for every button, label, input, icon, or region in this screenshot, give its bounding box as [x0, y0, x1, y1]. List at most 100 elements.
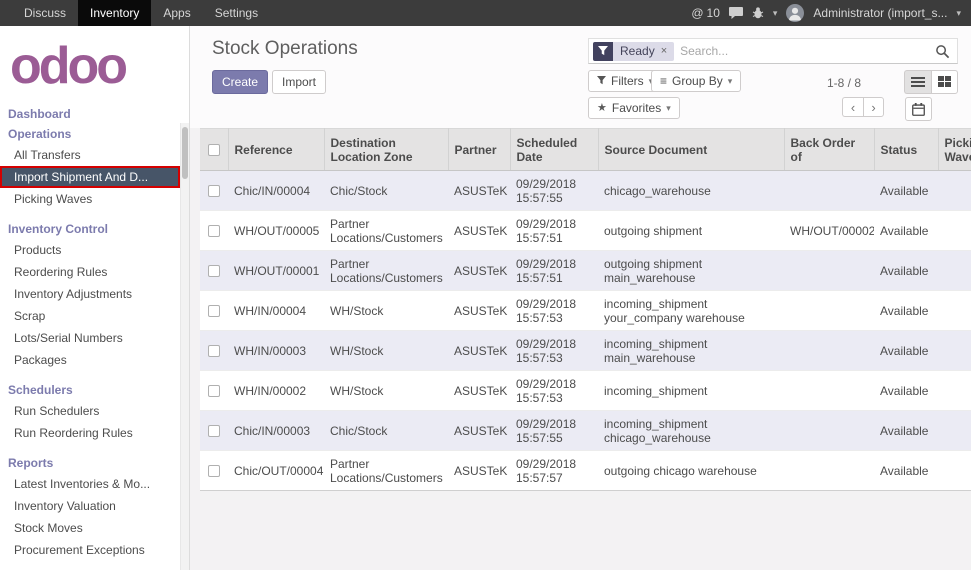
column-header-picking-wave[interactable]: Picking Wave — [938, 129, 971, 171]
cell-reference[interactable]: Chic/OUT/00004 — [228, 451, 324, 491]
cell-partner[interactable]: ASUSTeK — [448, 451, 510, 491]
mention-counter[interactable]: @ 10 — [691, 6, 720, 20]
cell-scheduled-date[interactable]: 09/29/2018 15:57:53 — [510, 371, 598, 411]
column-header-scheduled-date[interactable]: Scheduled Date — [510, 129, 598, 171]
cell-picking-wave[interactable] — [938, 251, 971, 291]
pager-previous-button[interactable]: ‹ — [842, 97, 863, 117]
table-row[interactable]: WH/OUT/00001 Partner Locations/Customers… — [200, 251, 971, 291]
create-button[interactable]: Create — [212, 70, 268, 94]
table-row[interactable]: Chic/OUT/00004 Partner Locations/Custome… — [200, 451, 971, 491]
favorites-button[interactable]: ★ Favorites ▾ — [588, 97, 680, 119]
cell-picking-wave[interactable] — [938, 451, 971, 491]
cell-destination[interactable]: Partner Locations/Customers — [324, 211, 448, 251]
odoo-logo[interactable]: odoo — [0, 26, 189, 102]
sidebar-item-picking-waves[interactable]: Picking Waves — [0, 188, 189, 210]
cell-scheduled-date[interactable]: 09/29/2018 15:57:55 — [510, 411, 598, 451]
sidebar-scrollbar[interactable] — [180, 123, 189, 570]
cell-status[interactable]: Available — [874, 211, 938, 251]
sidebar-item-inventory-adjustments[interactable]: Inventory Adjustments — [0, 283, 189, 305]
list-view-button[interactable] — [904, 70, 931, 94]
table-row[interactable]: WH/IN/00002 WH/Stock ASUSTeK 09/29/2018 … — [200, 371, 971, 411]
sidebar-item-latest-inventories[interactable]: Latest Inventories & Mo... — [0, 473, 189, 495]
sidebar-item-run-reordering-rules[interactable]: Run Reordering Rules — [0, 422, 189, 444]
cell-partner[interactable]: ASUSTeK — [448, 251, 510, 291]
menu-schedulers[interactable]: Schedulers — [0, 380, 189, 400]
cell-scheduled-date[interactable]: 09/29/2018 15:57:53 — [510, 331, 598, 371]
cell-destination[interactable]: Chic/Stock — [324, 411, 448, 451]
cell-partner[interactable]: ASUSTeK — [448, 411, 510, 451]
cell-status[interactable]: Available — [874, 411, 938, 451]
cell-back-order[interactable]: WH/OUT/00002 — [784, 211, 874, 251]
kanban-view-button[interactable] — [931, 70, 958, 94]
cell-back-order[interactable] — [784, 291, 874, 331]
user-menu[interactable]: Administrator (import_s... — [813, 6, 947, 20]
table-row[interactable]: Chic/IN/00004 Chic/Stock ASUSTeK 09/29/2… — [200, 171, 971, 211]
cell-reference[interactable]: WH/IN/00004 — [228, 291, 324, 331]
select-all-checkbox[interactable] — [208, 144, 220, 156]
row-checkbox[interactable] — [208, 385, 220, 397]
cell-scheduled-date[interactable]: 09/29/2018 15:57:51 — [510, 211, 598, 251]
menu-discuss[interactable]: Discuss — [12, 0, 78, 26]
remove-facet-icon[interactable]: × — [661, 45, 667, 57]
row-checkbox[interactable] — [208, 465, 220, 477]
sidebar-item-reordering-rules[interactable]: Reordering Rules — [0, 261, 189, 283]
table-row[interactable]: WH/IN/00004 WH/Stock ASUSTeK 09/29/2018 … — [200, 291, 971, 331]
cell-picking-wave[interactable] — [938, 291, 971, 331]
table-row[interactable]: WH/OUT/00005 Partner Locations/Customers… — [200, 211, 971, 251]
import-button[interactable]: Import — [272, 70, 326, 94]
row-checkbox[interactable] — [208, 345, 220, 357]
cell-scheduled-date[interactable]: 09/29/2018 15:57:55 — [510, 171, 598, 211]
cell-source-document[interactable]: outgoing shipment — [598, 211, 784, 251]
search-facet-ready[interactable]: Ready × — [593, 42, 674, 61]
cell-source-document[interactable]: incoming_shipment main_warehouse — [598, 331, 784, 371]
cell-back-order[interactable] — [784, 171, 874, 211]
cell-back-order[interactable] — [784, 451, 874, 491]
cell-partner[interactable]: ASUSTeK — [448, 171, 510, 211]
cell-picking-wave[interactable] — [938, 371, 971, 411]
cell-destination[interactable]: WH/Stock — [324, 371, 448, 411]
sidebar-item-import-shipment[interactable]: Import Shipment And D... — [0, 166, 180, 188]
cell-partner[interactable]: ASUSTeK — [448, 331, 510, 371]
menu-dashboard[interactable]: Dashboard — [0, 104, 189, 124]
avatar[interactable] — [786, 4, 804, 22]
cell-back-order[interactable] — [784, 371, 874, 411]
column-header-status[interactable]: Status — [874, 129, 938, 171]
menu-settings[interactable]: Settings — [203, 0, 270, 26]
sidebar-item-packages[interactable]: Packages — [0, 349, 189, 371]
cell-picking-wave[interactable] — [938, 331, 971, 371]
cell-source-document[interactable]: outgoing chicago warehouse — [598, 451, 784, 491]
row-checkbox[interactable] — [208, 265, 220, 277]
cell-picking-wave[interactable] — [938, 211, 971, 251]
column-header-source-document[interactable]: Source Document — [598, 129, 784, 171]
cell-scheduled-date[interactable]: 09/29/2018 15:57:51 — [510, 251, 598, 291]
cell-source-document[interactable]: incoming_shipment your_company warehouse — [598, 291, 784, 331]
cell-reference[interactable]: WH/IN/00002 — [228, 371, 324, 411]
sidebar-item-scrap[interactable]: Scrap — [0, 305, 189, 327]
cell-scheduled-date[interactable]: 09/29/2018 15:57:53 — [510, 291, 598, 331]
row-checkbox[interactable] — [208, 225, 220, 237]
group-by-button[interactable]: ≡ Group By ▾ — [651, 70, 741, 92]
menu-inventory-control[interactable]: Inventory Control — [0, 219, 189, 239]
cell-back-order[interactable] — [784, 411, 874, 451]
row-checkbox[interactable] — [208, 185, 220, 197]
sidebar-item-stock-moves[interactable]: Stock Moves — [0, 517, 189, 539]
cell-destination[interactable]: Partner Locations/Customers — [324, 251, 448, 291]
search-input[interactable] — [674, 44, 935, 58]
cell-source-document[interactable]: incoming_shipment — [598, 371, 784, 411]
search-icon[interactable] — [935, 44, 950, 59]
cell-picking-wave[interactable] — [938, 171, 971, 211]
cell-back-order[interactable] — [784, 251, 874, 291]
cell-status[interactable]: Available — [874, 171, 938, 211]
cell-source-document[interactable]: incoming_shipment chicago_warehouse — [598, 411, 784, 451]
sidebar-item-lots-serial-numbers[interactable]: Lots/Serial Numbers — [0, 327, 189, 349]
cell-reference[interactable]: WH/IN/00003 — [228, 331, 324, 371]
menu-inventory[interactable]: Inventory — [78, 0, 151, 26]
cell-reference[interactable]: WH/OUT/00001 — [228, 251, 324, 291]
cell-picking-wave[interactable] — [938, 411, 971, 451]
cell-back-order[interactable] — [784, 331, 874, 371]
cell-reference[interactable]: Chic/IN/00004 — [228, 171, 324, 211]
menu-apps[interactable]: Apps — [151, 0, 202, 26]
cell-status[interactable]: Available — [874, 331, 938, 371]
column-header-partner[interactable]: Partner — [448, 129, 510, 171]
table-row[interactable]: WH/IN/00003 WH/Stock ASUSTeK 09/29/2018 … — [200, 331, 971, 371]
